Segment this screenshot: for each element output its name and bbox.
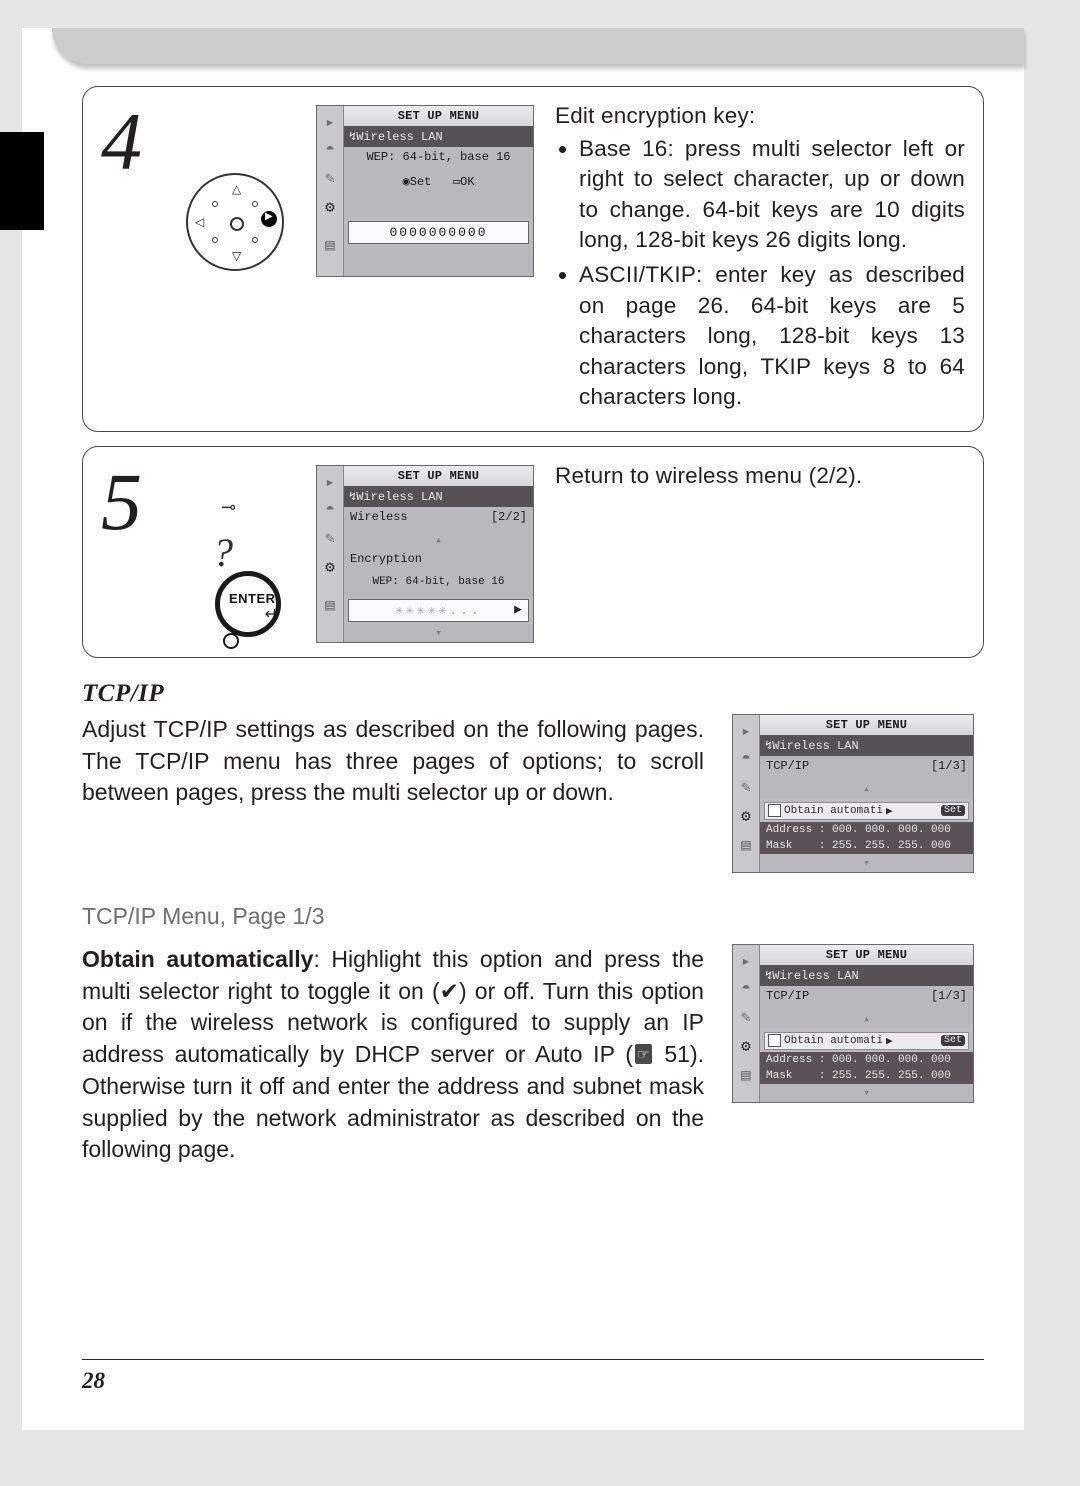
play-icon: ▸ <box>741 951 751 971</box>
encryption-key-field: 0000000000 <box>348 221 529 244</box>
camera-icon: ◓ <box>741 750 751 768</box>
camera-screen-tcpip-a: ▸ ◓ ✎ ⚙ ▤ SET UP MENU ↯Wireless LAN TCP/… <box>732 714 974 873</box>
tcpip-subhead: TCP/IP Menu, Page 1/3 <box>82 903 984 930</box>
camera-icon: ◓ <box>325 141 335 159</box>
multi-selector-icon: △▽◁ <box>186 173 284 271</box>
step-4: 4 △▽◁ ▸ ◓ ✎ <box>82 86 984 432</box>
footer-rule <box>82 1359 984 1360</box>
screen-title: SET UP MENU <box>344 106 533 126</box>
screen-title: SET UP MENU <box>344 466 533 486</box>
checkbox-icon <box>768 1034 781 1047</box>
play-icon: ▸ <box>325 112 335 132</box>
camera-screen: ▸ ◓ ✎ ⚙ ▤ SET UP MENU ↯Wireless LAN <box>316 465 534 643</box>
step-5: 5 ⊸ ? ENTER ▸ ◓ <box>82 446 984 658</box>
play-icon: ▸ <box>741 721 751 741</box>
play-icon: ▸ <box>325 472 335 492</box>
page-number: 28 <box>82 1368 105 1394</box>
wrench-icon: ⚙ <box>325 557 335 577</box>
screen-section: ↯Wireless LAN <box>344 126 533 147</box>
wrench-icon: ⚙ <box>741 806 751 826</box>
camera-icon: ◓ <box>741 980 751 998</box>
camera-screen: ▸ ◓ ✎ ⚙ ▤ SET UP MENU ↯Wireless LAN WEP: <box>316 105 534 277</box>
step-number: 5 <box>101 461 161 537</box>
pencil-icon: ✎ <box>325 168 335 188</box>
camera-icon: ◓ <box>325 501 335 519</box>
screen-section: ↯Wireless LAN <box>344 486 533 507</box>
wrench-icon: ⚙ <box>741 1036 751 1056</box>
step5-desc: Return to wireless menu (2/2). <box>555 463 862 488</box>
card-icon: ▤ <box>325 595 335 615</box>
card-icon: ▤ <box>325 235 335 255</box>
screen-row-wireless: Wireless[2/2] <box>344 507 533 531</box>
card-icon: ▤ <box>741 835 751 855</box>
screen-line1: WEP: 64-bit, base 16 <box>344 147 533 171</box>
section-heading-tcpip: TCP/IP <box>82 680 984 708</box>
pencil-icon: ✎ <box>741 1007 751 1027</box>
camera-screen-tcpip-b: ▸ ◓ ✎ ⚙ ▤ SET UP MENU ↯Wireless LAN TCP/… <box>732 944 974 1103</box>
obtain-auto-row: Obtain automati ▶ Set <box>764 1032 969 1050</box>
encryption-key-field: ✳✳✳✳✳...▶ <box>348 599 529 622</box>
step4-bullet2: ASCII/TKIP: enter key as described on pa… <box>579 260 965 413</box>
card-icon: ▤ <box>741 1065 751 1085</box>
screen-buttons: ◉Set ▭OK <box>344 171 533 195</box>
screen-row-wep: WEP: 64-bit, base 16 <box>344 573 533 597</box>
pencil-icon: ✎ <box>741 777 751 797</box>
screen-row-encryption: Encryption <box>344 549 533 573</box>
step4-lead: Edit encryption key: <box>555 103 755 128</box>
tcpip-paragraph: Adjust TCP/IP settings as described on t… <box>82 714 704 809</box>
step-number: 4 <box>101 101 161 177</box>
pencil-icon: ✎ <box>325 528 335 548</box>
enter-button-icon: ⊸ ? ENTER <box>185 491 285 631</box>
side-tab <box>0 132 44 230</box>
step4-bullet1: Base 16: press multi selector left or ri… <box>579 134 965 256</box>
page-ref-icon: ☞ <box>635 1044 652 1064</box>
checkbox-icon <box>768 804 781 817</box>
page-header-cap <box>52 28 1024 64</box>
wrench-icon: ⚙ <box>325 197 335 217</box>
tcpip-paragraph2: Obtain automatically: Highlight this opt… <box>82 944 704 1166</box>
obtain-auto-row: Obtain automati ▶ Set <box>764 802 969 820</box>
